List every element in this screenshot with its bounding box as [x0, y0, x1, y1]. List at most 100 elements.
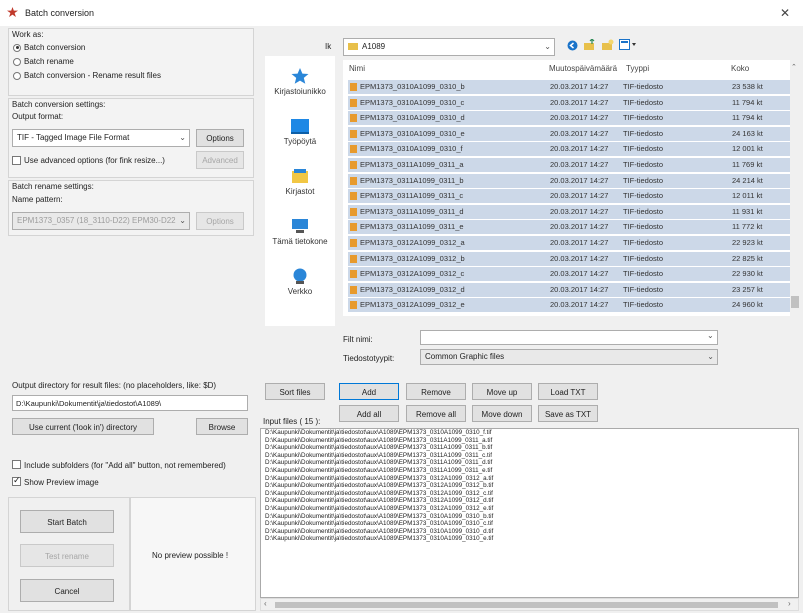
use-current-dir-button[interactable]: Use current ('look in') directory: [12, 418, 154, 435]
output-format-select[interactable]: TIF - Tagged Image File Format ⌄: [12, 129, 190, 147]
scroll-left-icon[interactable]: ‹: [264, 599, 267, 608]
file-row[interactable]: EPM1373_0312A1099_0312_e 20.03.2017 14:27…: [348, 298, 790, 313]
list-item[interactable]: D:\Kaupunki\Dokumentit\ja\tiedostot\aux\…: [261, 444, 798, 452]
radio-batch-rename[interactable]: Batch rename: [13, 57, 74, 66]
advanced-button[interactable]: Advanced: [196, 151, 244, 169]
add-button[interactable]: Add: [339, 383, 399, 400]
load-txt-button[interactable]: Load TXT: [538, 383, 598, 400]
format-options-button[interactable]: Options: [196, 129, 244, 147]
add-all-button[interactable]: Add all: [339, 405, 399, 422]
list-item[interactable]: D:\Kaupunki\Dokumentit\ja\tiedostot\aux\…: [261, 475, 798, 483]
list-item[interactable]: D:\Kaupunki\Dokumentit\ja\tiedostot\aux\…: [261, 459, 798, 467]
file-row[interactable]: EPM1373_0311A1099_0311_b 20.03.2017 14:27…: [348, 173, 790, 188]
tif-file-icon: [350, 83, 357, 91]
list-item[interactable]: D:\Kaupunki\Dokumentit\ja\tiedostot\aux\…: [261, 437, 798, 445]
output-dir-input[interactable]: D:\Kaupunki\Dokumentit\ja\tiedostot\A108…: [12, 395, 248, 411]
list-item[interactable]: D:\Kaupunki\Dokumentit\ja\tiedostot\aux\…: [261, 490, 798, 498]
include-subfolders-checkbox[interactable]: [12, 460, 21, 469]
scroll-thumb[interactable]: [275, 602, 778, 608]
file-row[interactable]: EPM1373_0312A1099_0312_d 20.03.2017 14:27…: [348, 282, 790, 297]
view-menu-icon[interactable]: [619, 39, 637, 51]
rename-options-button[interactable]: Options: [196, 212, 244, 230]
scroll-thumb[interactable]: [791, 296, 799, 308]
radio-batch-conversion[interactable]: Batch conversion: [13, 43, 85, 52]
file-row[interactable]: EPM1373_0310A1099_0310_c 20.03.2017 14:27…: [348, 95, 790, 110]
column-size[interactable]: Koko: [731, 64, 749, 73]
tif-file-icon: [350, 223, 357, 232]
file-size: 11 931 kt: [732, 206, 763, 216]
save-txt-button[interactable]: Save as TXT: [538, 405, 598, 422]
advanced-options-checkbox[interactable]: [12, 156, 21, 165]
file-type: TIF-tiedosto: [623, 175, 664, 185]
column-date[interactable]: Muutospäivämäärä: [549, 64, 617, 73]
preview-text: No preview possible !: [152, 551, 229, 560]
place-label: Tämä tietokone: [272, 237, 328, 246]
file-type: TIF-tiedosto: [623, 206, 664, 216]
start-batch-button[interactable]: Start Batch: [20, 510, 114, 533]
list-item[interactable]: D:\Kaupunki\Dokumentit\ja\tiedostot\aux\…: [261, 482, 798, 490]
column-type[interactable]: Tyyppi: [626, 64, 649, 73]
look-in-select[interactable]: A1089 ⌄: [343, 38, 555, 56]
back-icon[interactable]: [567, 40, 578, 51]
file-type: TIF-tiedosto: [623, 97, 664, 107]
list-item[interactable]: D:\Kaupunki\Dokumentit\ja\tiedostot\aux\…: [261, 528, 798, 536]
scroll-up-icon[interactable]: ⌃: [791, 63, 797, 71]
tif-file-icon: [350, 114, 357, 123]
chevron-down-icon[interactable]: ⌄: [707, 331, 714, 340]
list-item[interactable]: D:\Kaupunki\Dokumentit\ja\tiedostot\aux\…: [261, 452, 798, 460]
cancel-button[interactable]: Cancel: [20, 579, 114, 602]
show-preview-checkbox[interactable]: [12, 475, 21, 486]
include-subfolders-label: Include subfolders (for "Add all" button…: [24, 461, 226, 470]
input-list-hscrollbar[interactable]: ‹ ›: [260, 598, 799, 611]
place-this-pc[interactable]: Tämä tietokone: [265, 218, 335, 246]
file-row[interactable]: EPM1373_0311A1099_0311_e 20.03.2017 14:27…: [348, 220, 790, 235]
filetype-label: Tiedostotyypit:: [343, 354, 395, 363]
remove-all-button[interactable]: Remove all: [406, 405, 466, 422]
list-item[interactable]: D:\Kaupunki\Dokumentit\ja\tiedostot\aux\…: [261, 497, 798, 505]
tif-file-icon: [350, 176, 357, 185]
file-row[interactable]: EPM1373_0310A1099_0310_b 20.03.2017 14:27…: [348, 80, 790, 94]
input-files-list[interactable]: D:\Kaupunki\Dokumentit\ja\tiedostot\aux\…: [260, 428, 799, 598]
sort-files-button[interactable]: Sort files: [265, 383, 325, 400]
name-pattern-select[interactable]: EPM1373_0357 (18_3110-D22) EPM30-D22 ⌄: [12, 212, 190, 230]
list-item[interactable]: D:\Kaupunki\Dokumentit\ja\tiedostot\aux\…: [261, 535, 798, 543]
file-row[interactable]: EPM1373_0310A1099_0310_d 20.03.2017 14:27…: [348, 111, 790, 126]
file-row[interactable]: EPM1373_0310A1099_0310_e 20.03.2017 14:27…: [348, 126, 790, 141]
browse-button[interactable]: Browse: [196, 418, 248, 435]
test-rename-button[interactable]: Test rename: [20, 544, 114, 567]
file-row[interactable]: EPM1373_0312A1099_0312_c 20.03.2017 14:27…: [348, 267, 790, 282]
up-folder-icon[interactable]: [584, 39, 596, 51]
radio-batch-conversion-rename[interactable]: Batch conversion - Rename result files: [13, 71, 161, 80]
library-icon: [292, 169, 308, 183]
list-item[interactable]: D:\Kaupunki\Dokumentit\ja\tiedostot\aux\…: [261, 513, 798, 521]
filename-input[interactable]: [420, 330, 718, 345]
list-item[interactable]: D:\Kaupunki\Dokumentit\ja\tiedostot\aux\…: [261, 520, 798, 528]
column-name[interactable]: Nimi: [349, 64, 365, 73]
file-name: EPM1373_0312A1099_0312_d: [360, 284, 465, 294]
file-row[interactable]: EPM1373_0312A1099_0312_a 20.03.2017 14:27…: [348, 236, 790, 250]
move-down-button[interactable]: Move down: [472, 405, 532, 422]
remove-button[interactable]: Remove: [406, 383, 466, 400]
move-up-button[interactable]: Move up: [472, 383, 532, 400]
file-list-scrollbar[interactable]: ⌃: [790, 60, 800, 316]
folder-icon: [348, 43, 358, 51]
place-desktop[interactable]: Työpöytä: [265, 118, 335, 146]
place-quick-access[interactable]: Kirjastoiunikko: [265, 68, 335, 96]
file-row[interactable]: EPM1373_0312A1099_0312_b 20.03.2017 14:27…: [348, 251, 790, 266]
file-row[interactable]: EPM1373_0310A1099_0310_f 20.03.2017 14:27…: [348, 142, 790, 157]
star-icon: [291, 68, 309, 84]
file-row[interactable]: EPM1373_0311A1099_0311_a 20.03.2017 14:27…: [348, 158, 790, 172]
place-network[interactable]: Verkko: [265, 268, 335, 296]
file-row[interactable]: EPM1373_0311A1099_0311_c 20.03.2017 14:27…: [348, 189, 790, 204]
filetype-select[interactable]: Common Graphic files ⌄: [420, 349, 718, 365]
place-libraries[interactable]: Kirjastot: [265, 168, 335, 196]
list-item[interactable]: D:\Kaupunki\Dokumentit\ja\tiedostot\aux\…: [261, 505, 798, 513]
file-list[interactable]: Nimi Muutospäivämäärä Tyyppi Koko EPM137…: [343, 60, 800, 316]
list-item[interactable]: D:\Kaupunki\Dokumentit\ja\tiedostot\aux\…: [261, 429, 798, 437]
file-row[interactable]: EPM1373_0311A1099_0311_d 20.03.2017 14:27…: [348, 204, 790, 219]
close-icon[interactable]: ✕: [780, 6, 790, 20]
scroll-right-icon[interactable]: ›: [788, 599, 791, 608]
new-folder-icon[interactable]: [602, 39, 614, 51]
computer-icon: [292, 219, 308, 233]
list-item[interactable]: D:\Kaupunki\Dokumentit\ja\tiedostot\aux\…: [261, 467, 798, 475]
